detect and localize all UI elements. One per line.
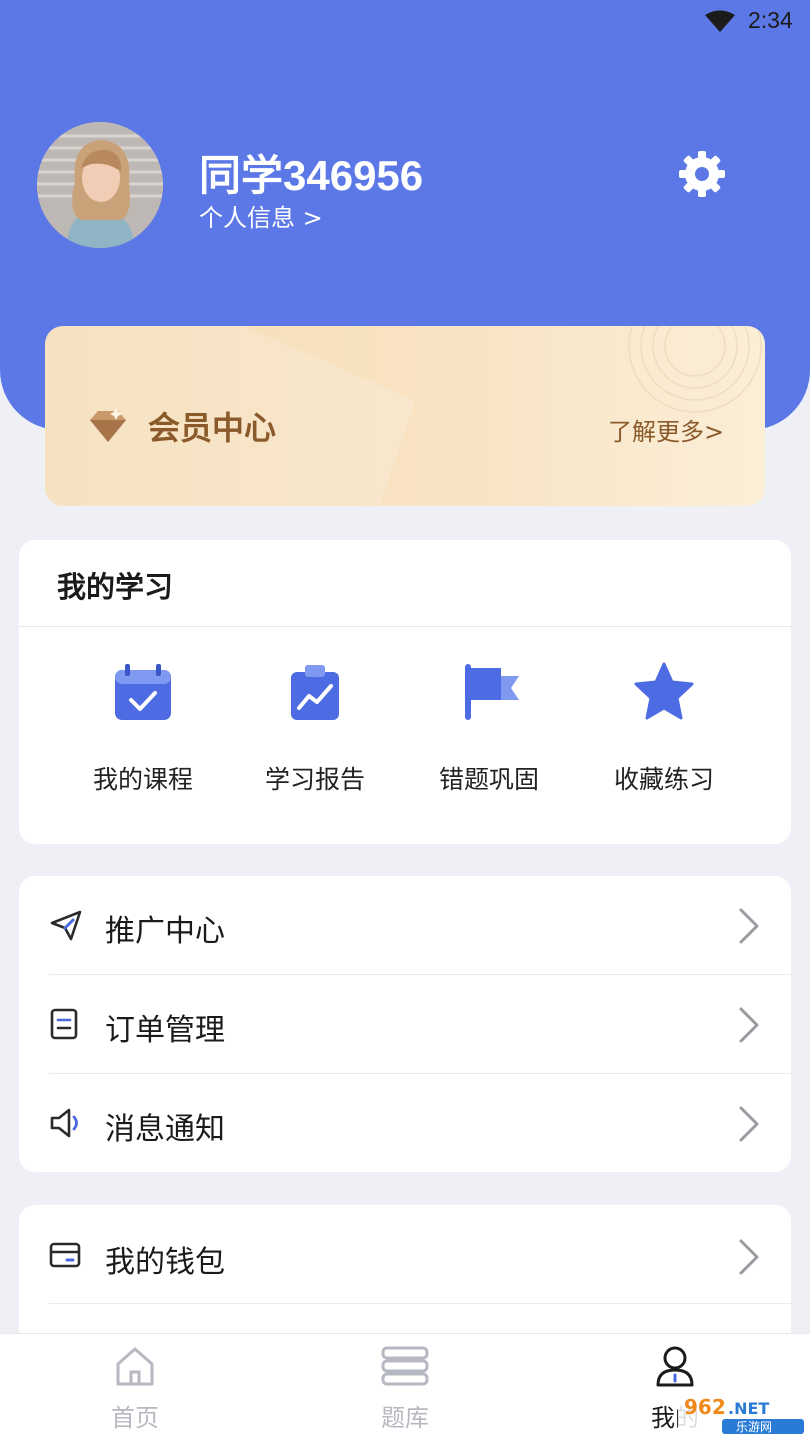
wallet-icon [49, 1242, 81, 1268]
divider [19, 626, 791, 627]
svg-text:962: 962 [684, 1395, 726, 1419]
chevron-right-icon [739, 1106, 759, 1142]
home-icon [116, 1347, 154, 1386]
menu-item-label: 我的钱包 [105, 1245, 225, 1280]
menu-item-label: 订单管理 [105, 1013, 225, 1048]
star-icon [634, 662, 694, 720]
menu-card: 我的钱包 [19, 1205, 791, 1345]
tab-label: 首页 [111, 1404, 159, 1432]
my-study-title: 我的学习 [57, 570, 174, 604]
study-item-my-courses[interactable]: 我的课程 [63, 660, 223, 800]
wifi-icon [705, 10, 735, 32]
tab-question-bank[interactable]: 题库 [335, 1334, 475, 1440]
study-item-label: 学习报告 [264, 765, 365, 794]
study-item-study-report[interactable]: 学习报告 [235, 660, 395, 800]
clipboard-chart-icon [291, 665, 339, 720]
status-time: 2:34 [748, 7, 793, 33]
menu-card: 推广中心 订单管理 消息通知 [19, 876, 791, 1172]
profile-info-link[interactable]: 个人信息 > [199, 198, 323, 233]
chevron-right-icon [739, 1239, 759, 1275]
vip-title: 会员中心 [148, 409, 277, 447]
flag-icon [465, 664, 519, 720]
my-study-card: 我的学习 我的课程 学习报告 错题巩固 收藏练习 [19, 540, 791, 844]
study-item-saved-practice[interactable]: 收藏练习 [584, 660, 744, 800]
chevron-right-icon [739, 1007, 759, 1043]
calendar-check-icon [115, 664, 171, 720]
menu-item-label: 消息通知 [105, 1112, 225, 1147]
user-icon [656, 1346, 694, 1387]
menu-item-my-wallet[interactable]: 我的钱包 [19, 1207, 791, 1305]
tab-home[interactable]: 首页 [65, 1334, 205, 1440]
study-item-label: 错题巩固 [438, 765, 539, 794]
avatar[interactable] [37, 122, 163, 248]
site-watermark-logo: 962 .NET 乐游网 [678, 1392, 806, 1436]
avatar-photo [37, 122, 163, 248]
menu-item-label: 推广中心 [105, 914, 225, 949]
divider [49, 1303, 791, 1304]
speaker-icon [50, 1108, 78, 1138]
gear-icon[interactable] [676, 148, 728, 200]
study-item-label: 收藏练习 [613, 765, 714, 794]
question-bank-icon [381, 1346, 429, 1386]
menu-item-order-management[interactable]: 订单管理 [19, 975, 791, 1073]
vip-learn-more-link[interactable]: 了解更多> [608, 412, 724, 447]
tab-label: 题库 [381, 1404, 429, 1432]
status-bar: 2:34 [0, 0, 810, 44]
username: 同学346956 [199, 152, 424, 199]
menu-item-notifications[interactable]: 消息通知 [19, 1074, 791, 1172]
study-item-label: 我的课程 [92, 765, 193, 794]
svg-text:乐游网: 乐游网 [736, 1420, 772, 1434]
paper-plane-icon [50, 910, 82, 941]
svg-text:.NET: .NET [728, 1399, 769, 1418]
chevron-right-icon [739, 908, 759, 944]
diamond-icon [90, 408, 126, 442]
menu-item-promotion-center[interactable]: 推广中心 [19, 876, 791, 974]
document-icon [50, 1008, 78, 1040]
study-item-mistake-review[interactable]: 错题巩固 [409, 660, 569, 800]
